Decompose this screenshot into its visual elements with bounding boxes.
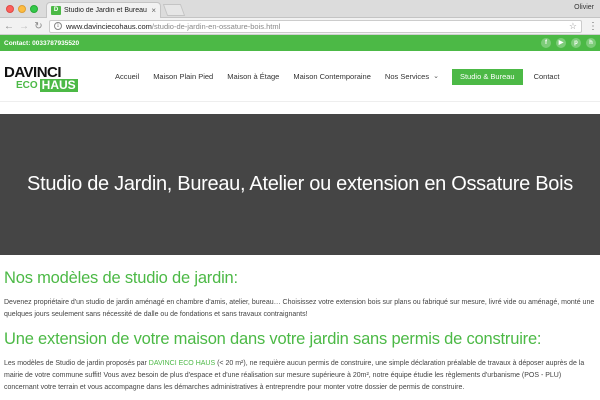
facebook-icon[interactable]: f: [541, 38, 551, 48]
menu-item-studio-bureau[interactable]: Studio & Bureau: [451, 69, 523, 85]
houzz-icon[interactable]: h: [586, 38, 596, 48]
tab-close-icon[interactable]: ×: [151, 6, 156, 15]
info-icon[interactable]: i: [54, 22, 62, 30]
favicon-icon: D: [51, 6, 61, 15]
url-path: /studio-de-jardin-en-ossature-bois.html: [151, 21, 281, 31]
section-heading-models: Nos modèles de studio de jardin:: [4, 269, 238, 287]
url-host: www.davinciecohaus.com: [66, 21, 152, 31]
contact-phone[interactable]: Contact: 0033787935520: [4, 40, 79, 47]
profile-name[interactable]: Olivier: [574, 4, 594, 11]
main-content: Nos modèles de studio de jardin: Devenez…: [4, 268, 596, 394]
main-menu: Accueil Maison Plain Pied Maison à Étage…: [108, 69, 566, 85]
window-controls: [6, 5, 38, 13]
section-heading-extension: Une extension de votre maison dans votre…: [4, 330, 542, 348]
logo-haus: HAUS: [39, 78, 78, 92]
hero-banner: Studio de Jardin, Bureau, Atelier ou ext…: [0, 114, 600, 255]
new-tab-button[interactable]: [162, 4, 186, 16]
address-bar[interactable]: i www.davinciecohaus.com/studio-de-jardi…: [49, 19, 582, 33]
extension-text-before: Les modèles de Studio de jardin proposés…: [4, 360, 149, 367]
browser-tab-bar: D Studio de Jardin et Bureau en × Olivie…: [0, 0, 600, 18]
menu-item-contemporaine[interactable]: Maison Contemporaine: [286, 69, 378, 85]
browser-toolbar: ← → ↻ i www.davinciecohaus.com/studio-de…: [0, 18, 600, 35]
social-links: f ▶ p h: [541, 38, 596, 48]
menu-item-services-label: Nos Services: [384, 72, 430, 81]
menu-item-etage[interactable]: Maison à Étage: [220, 69, 286, 85]
youtube-icon[interactable]: ▶: [556, 38, 566, 48]
bookmark-star-icon[interactable]: ☆: [569, 21, 577, 32]
menu-item-plain-pied[interactable]: Maison Plain Pied: [146, 69, 220, 85]
url-text[interactable]: www.davinciecohaus.com/studio-de-jardin-…: [66, 22, 280, 31]
browser-menu-icon[interactable]: ⋮: [588, 21, 598, 32]
menu-item-contact[interactable]: Contact: [527, 69, 567, 85]
site-logo[interactable]: DAVINCI ECO HAUS: [4, 65, 98, 92]
tab-title: Studio de Jardin et Bureau en: [64, 7, 149, 14]
section-text-models: Devenez propriétaire d'un studio de jard…: [4, 299, 595, 318]
browser-tab[interactable]: D Studio de Jardin et Bureau en ×: [46, 2, 161, 18]
section-text-extension: Les modèles de Studio de jardin proposés…: [4, 358, 596, 394]
page-title: Studio de Jardin, Bureau, Atelier ou ext…: [27, 173, 573, 195]
menu-item-services[interactable]: Nos Services ⌄: [378, 69, 446, 85]
back-arrow-icon[interactable]: ←: [4, 18, 14, 35]
maximize-window-icon[interactable]: [30, 5, 38, 13]
contact-bar: Contact: 0033787935520 f ▶ p h: [0, 35, 600, 51]
close-window-icon[interactable]: [6, 5, 14, 13]
reload-icon[interactable]: ↻: [34, 18, 43, 35]
logo-eco: ECO: [16, 80, 38, 91]
forward-arrow-icon[interactable]: →: [19, 18, 29, 35]
logo-line2: ECO HAUS: [4, 79, 98, 92]
minimize-window-icon[interactable]: [18, 5, 26, 13]
pinterest-icon[interactable]: p: [571, 38, 581, 48]
menu-item-accueil[interactable]: Accueil: [108, 69, 146, 85]
davinci-link[interactable]: DAVINCI ECO HAUS: [149, 360, 215, 367]
chevron-down-icon: ⌄: [433, 73, 439, 80]
site-header: DAVINCI ECO HAUS Accueil Maison Plain Pi…: [0, 51, 600, 102]
